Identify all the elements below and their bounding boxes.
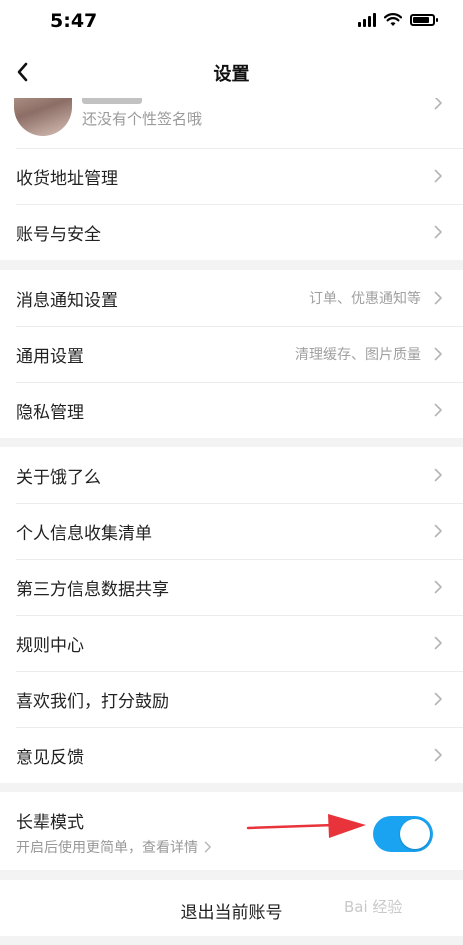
general-settings-row[interactable]: 通用设置 清理缓存、图片质量 bbox=[0, 326, 463, 382]
chevron-right-icon bbox=[434, 580, 442, 594]
nav-bar: 设置 bbox=[0, 46, 463, 98]
annotation-arrow-icon bbox=[246, 814, 366, 838]
address-management-row[interactable]: 收货地址管理 bbox=[0, 148, 463, 204]
rules-center-row[interactable]: 规则中心 bbox=[0, 615, 463, 671]
row-subtitle: 订单、优惠通知等 bbox=[309, 291, 421, 307]
elder-mode-description: 开启后使用更简单，查看详情 bbox=[16, 840, 198, 856]
status-icons bbox=[358, 13, 438, 27]
personal-info-list-row[interactable]: 个人信息收集清单 bbox=[0, 503, 463, 559]
about-row[interactable]: 关于饿了么 bbox=[0, 447, 463, 503]
wifi-icon bbox=[384, 13, 402, 26]
chevron-right-icon bbox=[434, 403, 442, 417]
status-bar: 5:47 bbox=[0, 0, 463, 46]
chevron-right-icon bbox=[434, 225, 442, 239]
status-time: 5:47 bbox=[50, 10, 98, 32]
chevron-right-icon bbox=[434, 291, 442, 305]
signal-icon bbox=[358, 13, 376, 27]
chevron-right-icon bbox=[434, 748, 442, 762]
chevron-right-icon bbox=[434, 636, 442, 650]
elder-mode-title: 长辈模式 bbox=[16, 813, 84, 833]
row-subtitle: 清理缓存、图片质量 bbox=[295, 347, 421, 363]
chevron-right-icon bbox=[434, 169, 442, 183]
row-label: 意见反馈 bbox=[16, 747, 84, 768]
row-label: 消息通知设置 bbox=[16, 290, 118, 311]
row-label: 收货地址管理 bbox=[16, 168, 118, 189]
row-label: 账号与安全 bbox=[16, 224, 101, 245]
elder-mode-toggle[interactable] bbox=[373, 816, 433, 852]
chevron-right-icon bbox=[434, 98, 442, 110]
row-label: 规则中心 bbox=[16, 635, 84, 656]
elder-mode-details-link[interactable]: 开启后使用更简单，查看详情 bbox=[16, 837, 212, 857]
toggle-knob bbox=[400, 819, 430, 849]
row-label: 第三方信息数据共享 bbox=[16, 579, 169, 600]
rate-us-row[interactable]: 喜欢我们，打分鼓励 bbox=[0, 671, 463, 727]
profile-row[interactable]: 还没有个性签名哦 bbox=[0, 98, 463, 148]
chevron-right-icon bbox=[434, 524, 442, 538]
privacy-management-row[interactable]: 隐私管理 bbox=[0, 382, 463, 438]
row-label: 个人信息收集清单 bbox=[16, 523, 152, 544]
group-account: 收货地址管理 账号与安全 bbox=[0, 148, 463, 260]
row-label: 通用设置 bbox=[16, 346, 84, 367]
group-general: 消息通知设置 订单、优惠通知等 通用设置 清理缓存、图片质量 隐私管理 bbox=[0, 270, 463, 438]
feedback-row[interactable]: 意见反馈 bbox=[0, 727, 463, 783]
row-label: 隐私管理 bbox=[16, 402, 84, 423]
third-party-sharing-row[interactable]: 第三方信息数据共享 bbox=[0, 559, 463, 615]
notification-settings-row[interactable]: 消息通知设置 订单、优惠通知等 bbox=[0, 270, 463, 326]
group-about: 关于饿了么 个人信息收集清单 第三方信息数据共享 规则中心 喜欢我们，打分鼓励 … bbox=[0, 447, 463, 783]
profile-signature: 还没有个性签名哦 bbox=[82, 110, 203, 128]
profile-name-clipped bbox=[82, 98, 142, 104]
row-label: 关于饿了么 bbox=[16, 467, 101, 488]
chevron-right-icon bbox=[434, 692, 442, 706]
page-title: 设置 bbox=[213, 64, 250, 85]
battery-icon bbox=[410, 14, 438, 26]
row-label: 喜欢我们，打分鼓励 bbox=[16, 691, 169, 712]
chevron-right-icon bbox=[204, 841, 211, 853]
elder-mode-section: 长辈模式 开启后使用更简单，查看详情 bbox=[0, 792, 463, 870]
chevron-right-icon bbox=[434, 347, 442, 361]
account-security-row[interactable]: 账号与安全 bbox=[0, 204, 463, 260]
watermark: Bai 经验 bbox=[344, 898, 403, 916]
avatar bbox=[14, 98, 72, 136]
chevron-right-icon bbox=[434, 468, 442, 482]
